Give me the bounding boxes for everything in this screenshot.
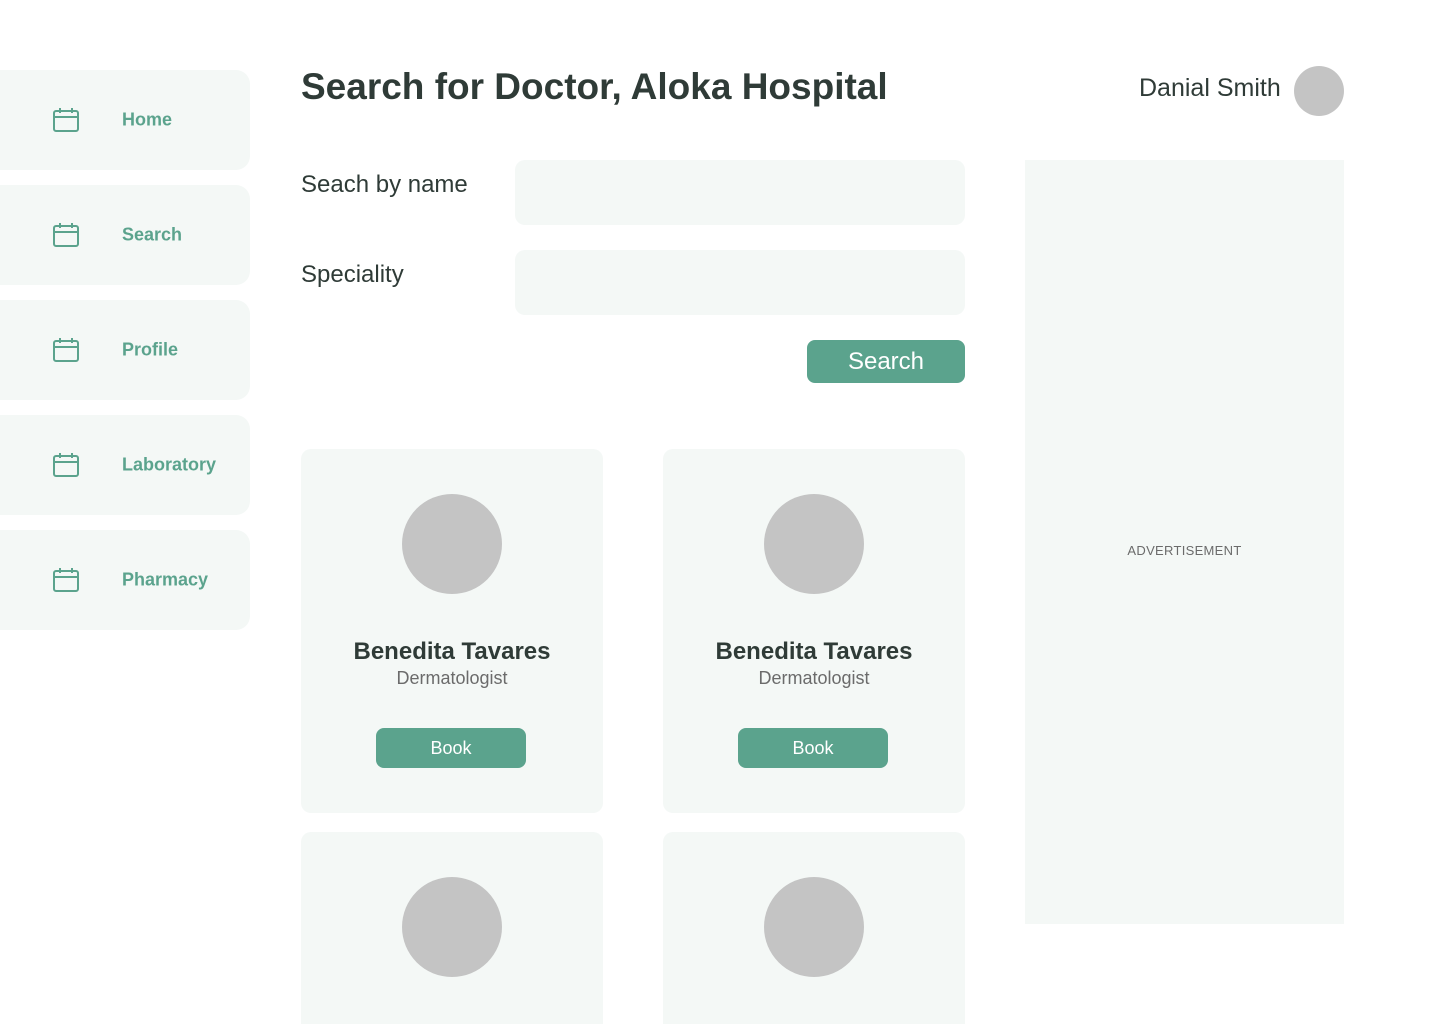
doctor-name: Benedita Tavares bbox=[353, 638, 551, 665]
page-title-prefix: Search for Doctor, bbox=[301, 66, 631, 107]
doctor-card bbox=[663, 832, 965, 1024]
sidebar-item-label: Laboratory bbox=[122, 454, 217, 475]
hospital-name: Aloka Hospital bbox=[630, 66, 888, 107]
sidebar-item-profile[interactable]: Profile bbox=[0, 300, 250, 400]
calendar-icon bbox=[53, 568, 79, 592]
name-field-label: Seach by name bbox=[301, 171, 468, 198]
speciality-input[interactable] bbox=[515, 250, 965, 315]
page: Home Search Profile Laboratory Pharmacy … bbox=[0, 0, 1440, 1024]
sidebar-item-label: Pharmacy bbox=[122, 569, 209, 590]
book-button[interactable]: Book bbox=[738, 728, 888, 768]
user-name[interactable]: Danial Smith bbox=[1139, 74, 1281, 103]
sidebar-item-label: Profile bbox=[122, 339, 179, 360]
calendar-icon bbox=[53, 338, 79, 362]
doctor-photo bbox=[402, 494, 502, 594]
page-title: Search for Doctor, Aloka Hospital bbox=[301, 66, 888, 108]
sidebar-item-home[interactable]: Home bbox=[0, 70, 250, 170]
search-button[interactable]: Search bbox=[807, 340, 965, 383]
sidebar-item-search[interactable]: Search bbox=[0, 185, 250, 285]
doctor-speciality: Dermatologist bbox=[758, 668, 870, 688]
calendar-icon bbox=[53, 223, 79, 247]
speciality-field-label: Speciality bbox=[301, 261, 404, 288]
doctor-card bbox=[301, 832, 603, 1024]
calendar-icon bbox=[53, 108, 79, 132]
doctor-photo bbox=[764, 877, 864, 977]
advertisement-panel[interactable]: ADVERTISEMENT bbox=[1025, 160, 1344, 924]
avatar[interactable] bbox=[1294, 66, 1344, 116]
sidebar-item-pharmacy[interactable]: Pharmacy bbox=[0, 530, 250, 630]
doctor-speciality: Dermatologist bbox=[396, 668, 508, 688]
advertisement-label: ADVERTISEMENT bbox=[1127, 543, 1242, 558]
sidebar-item-laboratory[interactable]: Laboratory bbox=[0, 415, 250, 515]
doctor-name: Benedita Tavares bbox=[715, 638, 913, 665]
name-search-input[interactable] bbox=[515, 160, 965, 225]
doctor-photo bbox=[402, 877, 502, 977]
sidebar-item-label: Home bbox=[122, 109, 173, 130]
doctor-photo bbox=[764, 494, 864, 594]
book-button[interactable]: Book bbox=[376, 728, 526, 768]
doctor-card: Benedita Tavares Dermatologist Book bbox=[301, 449, 603, 813]
sidebar-item-label: Search bbox=[122, 224, 183, 245]
calendar-icon bbox=[53, 453, 79, 477]
doctor-card: Benedita Tavares Dermatologist Book bbox=[663, 449, 965, 813]
